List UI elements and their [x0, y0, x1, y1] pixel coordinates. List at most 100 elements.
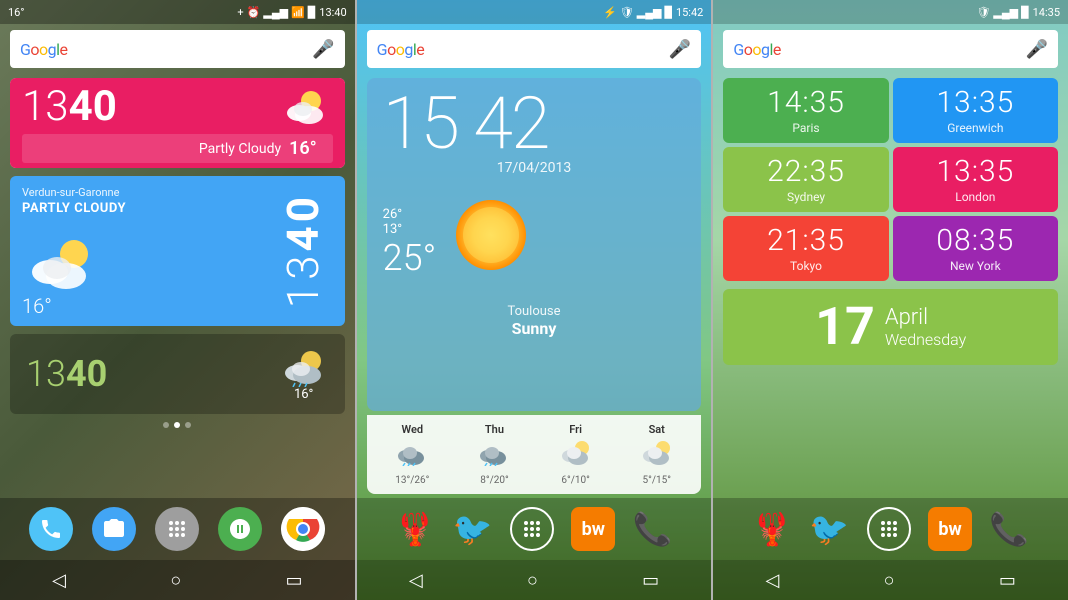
london-city: London — [955, 190, 995, 204]
dot-3 — [185, 422, 191, 428]
mic-icon[interactable]: 🎤 — [312, 39, 334, 60]
p1-back-btn[interactable]: ◁ — [52, 570, 66, 591]
p3-recents-btn[interactable]: ▭ — [999, 570, 1016, 591]
p2-search-bar[interactable]: Google 🎤 — [367, 30, 702, 68]
p2-battery-icon: ▉ — [664, 6, 672, 19]
p1-condition: PARTLY CLOUDY — [22, 201, 253, 216]
panel-1: 16° + ⏰ ▂▄▆ 📶 ▉ 13:40 Google 🎤 1340 — [0, 0, 355, 600]
p1-small-clock-widget: 1340 16° — [10, 334, 345, 414]
p2-signal-icon: ▂▄▆ — [637, 6, 662, 19]
clock-tile-paris: 14:35 Paris — [723, 78, 888, 143]
p3-dock: 🦞 🐦 bw 📞 — [713, 498, 1068, 560]
p1-small-weather: 16° — [279, 347, 329, 402]
p2-dock-bw[interactable]: bw — [571, 507, 615, 551]
paris-time: 14:35 — [767, 86, 845, 119]
p2-hour: 15 — [383, 81, 458, 166]
google-logo: Google — [20, 40, 68, 59]
p3-shield-icon: 🛡 — [976, 6, 990, 19]
p1-search-bar[interactable]: Google 🎤 — [10, 30, 345, 68]
forecast-wed: Wed 13°/26° — [395, 423, 429, 486]
p1-small-time: 1340 — [26, 353, 107, 395]
p1-clock-time: 1340 — [22, 86, 117, 128]
p2-shield-icon: 🛡 — [620, 6, 634, 19]
p2-status-bar: ⚡ 🛡 ▂▄▆ ▉ 15:42 — [357, 0, 712, 24]
p2-weather-row: 26° 13° 25° — [367, 182, 702, 304]
partly-cloudy-icon-1 — [281, 87, 333, 127]
p1-home-btn[interactable]: ○ — [170, 570, 181, 591]
alarm-icon: ⏰ — [247, 6, 261, 19]
p3-dock-phone[interactable]: 📞 — [989, 510, 1029, 548]
p2-minute: 42 — [473, 81, 548, 166]
p2-bluetooth-icon: ⚡ — [603, 6, 617, 19]
p3-dock-apps[interactable] — [867, 507, 911, 551]
battery-icon: ▉ — [308, 6, 316, 19]
p1-status-icons: + ⏰ ▂▄▆ 📶 ▉ 13:40 — [237, 6, 346, 19]
p2-status-icons: ⚡ 🛡 ▂▄▆ ▉ 15:42 — [603, 6, 703, 19]
p3-back-btn[interactable]: ◁ — [766, 570, 780, 591]
p2-nav-bar: ◁ ○ ▭ — [357, 560, 712, 600]
p3-battery-icon: ▉ — [1021, 6, 1029, 19]
p2-dock-bird[interactable]: 🐦 — [453, 510, 493, 548]
p2-current-temp: 25° — [383, 237, 437, 279]
tokyo-time: 21:35 — [767, 224, 845, 257]
dock-phone-icon[interactable] — [29, 507, 73, 551]
dock-apps-icon[interactable] — [155, 507, 199, 551]
p1-weather-label: Partly Cloudy 16° — [22, 134, 333, 163]
p1-time-vertical: 1340 — [265, 176, 345, 326]
sydney-time: 22:35 — [767, 155, 845, 188]
p3-home-btn[interactable]: ○ — [884, 570, 895, 591]
dock-camera-icon[interactable] — [92, 507, 136, 551]
p1-status-bar: 16° + ⏰ ▂▄▆ 📶 ▉ 13:40 — [0, 0, 355, 24]
p2-dock-phone[interactable]: 📞 — [633, 510, 673, 548]
newyork-time: 08:35 — [936, 224, 1014, 257]
small-weather-icon — [279, 347, 329, 387]
p1-clock-bottom: Partly Cloudy 16° — [10, 132, 345, 168]
p1-status-time: 13:40 — [319, 6, 346, 19]
p1-recents-btn[interactable]: ▭ — [286, 570, 303, 591]
clock-tile-tokyo: 21:35 Tokyo — [723, 216, 888, 281]
p1-hour: 13 — [22, 82, 69, 131]
p2-dock-apps[interactable] — [510, 507, 554, 551]
p2-mic-icon[interactable]: 🎤 — [669, 39, 691, 60]
p1-condition-text: Partly Cloudy — [199, 141, 281, 157]
p3-status-time: 14:35 — [1033, 6, 1060, 19]
p1-small-minute: 40 — [66, 353, 107, 395]
clock-tile-newyork: 08:35 New York — [893, 216, 1058, 281]
p3-dock-octopus[interactable]: 🦞 — [752, 510, 792, 548]
p2-back-btn[interactable]: ◁ — [409, 570, 423, 591]
p2-colon — [458, 81, 473, 166]
dock-hangouts-icon[interactable] — [218, 507, 262, 551]
p3-search-bar[interactable]: Google 🎤 — [723, 30, 1058, 68]
p2-dock-octopus[interactable]: 🦞 — [395, 510, 435, 548]
p2-home-btn[interactable]: ○ — [527, 570, 538, 591]
p3-dock-bw[interactable]: bw — [928, 507, 972, 551]
p3-signal-icon: ▂▄▆ — [993, 6, 1018, 19]
p1-city: Verdun-sur-Garonne — [22, 186, 253, 199]
bluetooth-icon: + — [237, 6, 243, 19]
p1-dock — [0, 498, 355, 560]
p1-clock-top: 1340 — [10, 78, 345, 132]
forecast-thu-icon — [478, 438, 510, 473]
weather-cloud-sun-icon — [22, 232, 102, 292]
p3-weekday: Wednesday — [885, 330, 966, 349]
p2-recents-btn[interactable]: ▭ — [642, 570, 659, 591]
p3-month: April — [885, 305, 966, 330]
dot-1 — [163, 422, 169, 428]
panel-2: ⚡ 🛡 ▂▄▆ ▉ 15:42 Google 🎤 15 42 17/04/201… — [357, 0, 712, 600]
dock-chrome-icon[interactable] — [281, 507, 325, 551]
p1-clock-widget: 1340 Partly Cloudy 16° — [10, 78, 345, 168]
p3-date-text: April Wednesday — [885, 305, 966, 349]
p3-dock-bird[interactable]: 🐦 — [809, 510, 849, 548]
p3-status-icons: 🛡 ▂▄▆ ▉ 14:35 — [976, 6, 1060, 19]
p3-mic-icon[interactable]: 🎤 — [1026, 39, 1048, 60]
p2-temp-range: 26° 13° 25° — [383, 207, 437, 279]
p3-date-tile: 17 April Wednesday — [723, 289, 1058, 365]
p1-temp-text: 16° — [289, 138, 317, 159]
chrome-logo — [281, 507, 325, 551]
p2-sun-icon — [446, 190, 536, 296]
greenwich-time: 13:35 — [936, 86, 1014, 119]
p1-weather-icon-area — [281, 87, 333, 127]
paris-city: Paris — [792, 121, 819, 135]
p2-big-time: 15 42 — [383, 88, 686, 160]
p1-weather-left: Verdun-sur-Garonne PARTLY CLOUDY 16° — [10, 176, 265, 326]
